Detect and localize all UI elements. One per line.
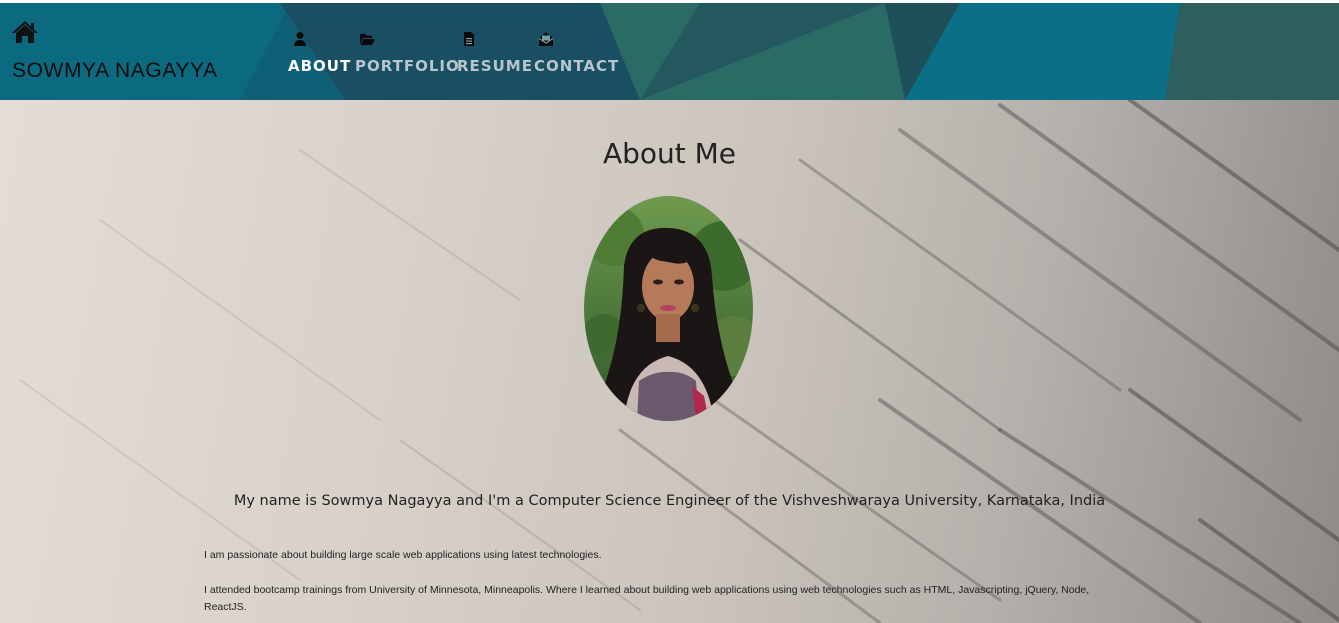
about-section: About Me My name is Sowmya Nagayya and I… <box>0 100 1339 623</box>
home-icon[interactable] <box>11 20 39 44</box>
user-icon <box>294 32 306 46</box>
brand-name[interactable]: SOWMYA NAGAYYA <box>12 59 218 83</box>
brand[interactable]: SOWMYA NAGAYYA <box>6 3 266 100</box>
nav-item-resume[interactable]: RESUME <box>457 3 532 100</box>
about-lead: My name is Sowmya Nagayya and I'm a Comp… <box>233 493 1106 509</box>
folder-open-icon <box>360 34 375 45</box>
file-icon <box>464 32 474 46</box>
nav-label-portfolio[interactable]: PORTFOLIO <box>355 57 460 75</box>
nav-item-portfolio[interactable]: PORTFOLIO <box>355 3 459 100</box>
page-title: About Me <box>602 137 737 170</box>
nav-label-resume[interactable]: RESUME <box>457 57 533 75</box>
nav-item-about[interactable]: ABOUT <box>288 3 350 100</box>
nav-item-contact[interactable]: CONTACT <box>534 3 618 100</box>
envelope-open-icon <box>538 32 554 46</box>
nav-label-about[interactable]: ABOUT <box>288 57 351 75</box>
nav-label-contact[interactable]: CONTACT <box>534 57 619 75</box>
site-header: SOWMYA NAGAYYA ABOUT PORTFOLIO RESUME CO… <box>0 3 1339 100</box>
profile-photo <box>584 196 753 421</box>
about-paragraph: I attended bootcamp trainings from Unive… <box>204 584 1090 613</box>
about-paragraph: I am passionate about building large sca… <box>204 549 602 561</box>
